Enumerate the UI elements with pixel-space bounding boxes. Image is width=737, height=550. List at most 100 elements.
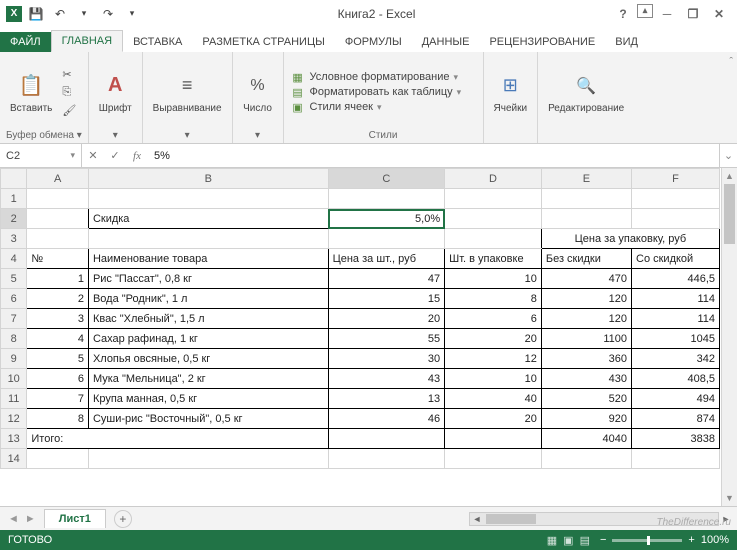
cell[interactable]: 8 <box>27 409 89 429</box>
formula-input[interactable]: 5% <box>148 150 719 162</box>
save-button[interactable]: 💾 <box>26 4 46 24</box>
cell[interactable]: 4 <box>27 329 89 349</box>
enter-formula-button[interactable]: ✓ <box>108 149 122 162</box>
select-all-button[interactable] <box>1 169 27 189</box>
cell[interactable]: 470 <box>541 269 631 289</box>
cell[interactable]: № <box>27 249 89 269</box>
formula-expand-button[interactable]: ⌄ <box>719 144 737 167</box>
cell[interactable]: 20 <box>445 409 542 429</box>
cell[interactable]: Мука "Мельница", 2 кг <box>88 369 328 389</box>
cell[interactable]: 920 <box>541 409 631 429</box>
col-header-C[interactable]: C <box>328 169 445 189</box>
conditional-formatting-button[interactable]: ▦Условное форматирование ▾ <box>290 71 462 84</box>
horizontal-scrollbar[interactable]: ◄ ► <box>132 512 737 526</box>
name-box[interactable]: C2▾ <box>0 144 82 167</box>
cell[interactable]: Вода "Родник", 1 л <box>88 289 328 309</box>
number-button[interactable]: %Число <box>239 69 277 116</box>
minimize-button[interactable]: ─ <box>655 4 679 24</box>
cell[interactable]: 4040 <box>541 429 631 449</box>
cell[interactable]: 40 <box>445 389 542 409</box>
font-button[interactable]: AШрифт <box>95 69 136 116</box>
cell[interactable]: 430 <box>541 369 631 389</box>
cell[interactable]: 30 <box>328 349 445 369</box>
row-header[interactable]: 7 <box>1 309 27 329</box>
row-header[interactable]: 5 <box>1 269 27 289</box>
cell[interactable]: 408,5 <box>632 369 720 389</box>
cell[interactable]: 1 <box>27 269 89 289</box>
tab-layout[interactable]: РАЗМЕТКА СТРАНИЦЫ <box>192 32 334 52</box>
format-painter-icon[interactable]: 🖌 <box>62 101 76 119</box>
worksheet-grid[interactable]: A B C D E F 1 2 Скидка 5,0% 3 Цена за уп… <box>0 168 737 506</box>
help-button[interactable]: ? <box>611 4 635 24</box>
cell[interactable]: 494 <box>632 389 720 409</box>
cell[interactable]: 342 <box>632 349 720 369</box>
view-normal-icon[interactable]: ▦ <box>547 534 557 547</box>
cell[interactable]: Квас "Хлебный", 1,5 л <box>88 309 328 329</box>
row-header[interactable]: 4 <box>1 249 27 269</box>
cell[interactable]: 6 <box>445 309 542 329</box>
row-header[interactable]: 9 <box>1 349 27 369</box>
maximize-button[interactable]: ❐ <box>681 4 705 24</box>
group-dialog-alignment[interactable]: ▾ <box>149 128 226 141</box>
col-header-F[interactable]: F <box>632 169 720 189</box>
format-as-table-button[interactable]: ▤Форматировать как таблицу ▾ <box>290 86 462 99</box>
cell[interactable]: Хлопья овсяные, 0,5 кг <box>88 349 328 369</box>
scroll-thumb[interactable] <box>486 514 536 524</box>
tab-review[interactable]: РЕЦЕНЗИРОВАНИЕ <box>479 32 605 52</box>
cell[interactable]: Цена за упаковку, руб <box>541 229 719 249</box>
row-header[interactable]: 1 <box>1 189 27 209</box>
cell[interactable]: 10 <box>445 269 542 289</box>
cell[interactable]: Рис "Пассат", 0,8 кг <box>88 269 328 289</box>
chevron-down-icon[interactable]: ▾ <box>70 150 75 161</box>
cell[interactable]: 15 <box>328 289 445 309</box>
active-cell[interactable]: 5,0% <box>328 209 445 229</box>
sheet-nav-prev[interactable]: ◄ <box>8 513 19 525</box>
row-header[interactable]: 14 <box>1 449 27 469</box>
zoom-in-button[interactable]: + <box>688 534 694 546</box>
scroll-left-icon[interactable]: ◄ <box>470 514 484 524</box>
undo-more-icon[interactable]: ▾ <box>74 4 94 24</box>
cell[interactable]: Крупа манная, 0,5 кг <box>88 389 328 409</box>
tab-view[interactable]: ВИД <box>605 32 648 52</box>
row-header[interactable]: 2 <box>1 209 27 229</box>
editing-button[interactable]: 🔍Редактирование <box>544 69 628 116</box>
cell[interactable]: Без скидки <box>541 249 631 269</box>
cell[interactable]: 10 <box>445 369 542 389</box>
cell[interactable]: Скидка <box>88 209 328 229</box>
redo-button[interactable]: ↷ <box>98 4 118 24</box>
cell[interactable]: 120 <box>541 309 631 329</box>
cell-styles-button[interactable]: ▣Стили ячеек ▾ <box>290 101 462 114</box>
row-header[interactable]: 13 <box>1 429 27 449</box>
row-header[interactable]: 3 <box>1 229 27 249</box>
zoom-level[interactable]: 100% <box>701 534 729 546</box>
col-header-D[interactable]: D <box>445 169 542 189</box>
paste-button[interactable]: 📋 Вставить <box>6 69 56 116</box>
cell[interactable]: 46 <box>328 409 445 429</box>
col-header-B[interactable]: B <box>88 169 328 189</box>
cell[interactable]: 3838 <box>632 429 720 449</box>
row-header[interactable]: 10 <box>1 369 27 389</box>
cell[interactable]: Шт. в упаковке <box>445 249 542 269</box>
tab-formulas[interactable]: ФОРМУЛЫ <box>335 32 412 52</box>
cancel-formula-button[interactable]: ✕ <box>86 149 100 162</box>
tab-file[interactable]: ФАЙЛ <box>0 32 51 52</box>
cell[interactable]: Со скидкой <box>632 249 720 269</box>
cells-button[interactable]: ⊞Ячейки <box>490 69 532 116</box>
cell[interactable]: Цена за шт., руб <box>328 249 445 269</box>
cell[interactable]: 1100 <box>541 329 631 349</box>
ribbon-toggle-button[interactable]: ▴ <box>637 4 653 18</box>
zoom-out-button[interactable]: − <box>600 534 606 546</box>
alignment-button[interactable]: ≡Выравнивание <box>149 69 226 116</box>
tab-data[interactable]: ДАННЫЕ <box>412 32 480 52</box>
row-header[interactable]: 8 <box>1 329 27 349</box>
view-page-break-icon[interactable]: ▤ <box>580 534 590 547</box>
tab-home[interactable]: ГЛАВНАЯ <box>51 30 123 52</box>
cell[interactable]: 20 <box>328 309 445 329</box>
cell[interactable]: 13 <box>328 389 445 409</box>
col-header-E[interactable]: E <box>541 169 631 189</box>
undo-button[interactable]: ↶ <box>50 4 70 24</box>
row-header[interactable]: 11 <box>1 389 27 409</box>
qat-customize-icon[interactable]: ▾ <box>122 4 142 24</box>
group-dialog-font[interactable]: ▾ <box>95 128 136 141</box>
view-page-layout-icon[interactable]: ▣ <box>563 534 573 547</box>
